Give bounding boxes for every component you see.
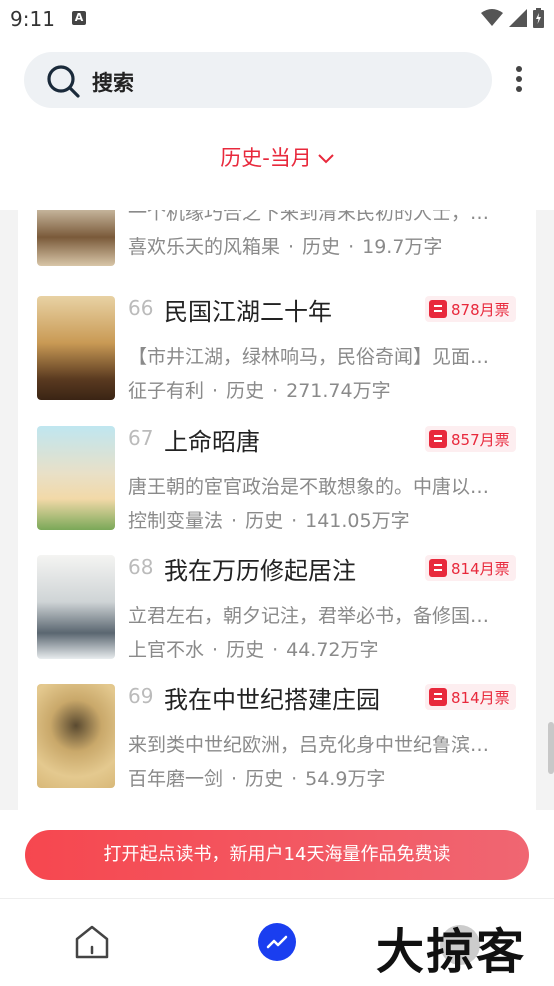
list-item[interactable]: 67 上命昭唐 857月票 唐王朝的宦官政治是不敢想象的。中唐以… 控制变量法 ·…	[18, 426, 536, 536]
book-cover	[37, 296, 115, 400]
list-item[interactable]: 68 我在万历修起居注 814月票 立君左右，朝夕记注，君举必书，备修国… 上官…	[18, 555, 536, 665]
chevron-down-icon	[318, 154, 334, 164]
book-category: 历史	[226, 639, 265, 661]
book-title: 我在万历修起居注	[164, 557, 356, 585]
filter-label: 历史-当月	[220, 146, 312, 170]
monthly-ticket-badge: 878月票	[425, 296, 516, 322]
book-category: 历史	[302, 236, 341, 258]
book-meta: 喜欢乐天的风箱果 · 历史 · 19.7万字	[128, 236, 443, 258]
rank-number: 68	[128, 555, 154, 579]
list-item[interactable]: 69 我在中世纪搭建庄园 814月票 来到类中世纪欧洲，吕克化身中世纪鲁滨… 百…	[18, 684, 536, 794]
book-category: 历史	[226, 380, 265, 402]
book-title: 民国江湖二十年	[164, 298, 332, 326]
trend-line-icon	[266, 935, 288, 949]
more-options-icon[interactable]	[514, 66, 524, 96]
book-category: 历史	[245, 510, 284, 532]
book-author: 百年磨一剑	[128, 768, 224, 790]
book-cover	[37, 555, 115, 659]
ranking-list: 一个机缘巧合之下来到清末民初的人士，… 喜欢乐天的风箱果 · 历史 · 19.7万字 6…	[18, 210, 536, 810]
search-label: 搜索	[92, 71, 134, 95]
book-word-count: 19.7万字	[362, 236, 443, 258]
home-icon[interactable]	[73, 923, 111, 961]
book-author: 控制变量法	[128, 510, 224, 532]
rank-number: 66	[128, 296, 154, 320]
book-meta: 上官不水 · 历史 · 44.72万字	[128, 639, 379, 661]
book-title: 我在中世纪搭建庄园	[164, 686, 380, 714]
status-icons	[481, 8, 544, 28]
monthly-ticket-badge: 857月票	[425, 426, 516, 452]
book-category: 历史	[245, 768, 284, 790]
book-cover	[37, 426, 115, 530]
trend-icon[interactable]	[258, 923, 296, 961]
status-bar: 9:11 A	[0, 0, 554, 36]
battery-icon	[533, 8, 544, 28]
header: 搜索 历史-当月	[0, 36, 554, 210]
book-author: 征子有利	[128, 380, 205, 402]
filter-dropdown[interactable]: 历史-当月	[0, 142, 554, 172]
ticket-icon	[429, 688, 447, 706]
ticket-icon	[429, 430, 447, 448]
scrollbar-thumb[interactable]	[548, 722, 554, 774]
watermark-logo: 大掠客	[376, 924, 527, 980]
ticket-icon	[429, 300, 447, 318]
book-meta: 控制变量法 · 历史 · 141.05万字	[128, 510, 410, 532]
book-description: 唐王朝的宦官政治是不敢想象的。中唐以…	[128, 476, 490, 498]
book-title: 上命昭唐	[164, 428, 260, 456]
wifi-icon	[481, 9, 503, 26]
book-word-count: 271.74万字	[286, 380, 391, 402]
promo-bar: 打开起点读书，新用户14天海量作品免费读	[0, 810, 554, 898]
open-app-button[interactable]: 打开起点读书，新用户14天海量作品免费读	[25, 830, 529, 880]
book-meta: 百年磨一剑 · 历史 · 54.9万字	[128, 768, 386, 790]
search-icon	[47, 65, 80, 98]
search-bar[interactable]: 搜索	[24, 52, 492, 108]
book-description: 来到类中世纪欧洲，吕克化身中世纪鲁滨…	[128, 734, 490, 756]
rank-number: 69	[128, 684, 154, 708]
list-item[interactable]: 66 民国江湖二十年 878月票 【市井江湖，绿林响马，民俗奇闻】见面… 征子有…	[18, 296, 536, 406]
book-cover	[37, 684, 115, 788]
status-time: 9:11	[10, 7, 55, 31]
monthly-ticket-badge: 814月票	[425, 555, 516, 581]
book-author: 喜欢乐天的风箱果	[128, 236, 281, 258]
book-author: 上官不水	[128, 639, 205, 661]
book-description: 【市井江湖，绿林响马，民俗奇闻】见面…	[128, 346, 490, 368]
monthly-ticket-badge: 814月票	[425, 684, 516, 710]
notification-icon: A	[72, 11, 86, 25]
book-description: 立君左右，朝夕记注，君举必书，备修国…	[128, 605, 490, 627]
book-word-count: 141.05万字	[305, 510, 410, 532]
book-description: 一个机缘巧合之下来到清末民初的人士，…	[128, 210, 490, 224]
ticket-icon	[429, 559, 447, 577]
book-cover	[37, 210, 115, 266]
book-meta: 征子有利 · 历史 · 271.74万字	[128, 380, 391, 402]
rank-number: 67	[128, 426, 154, 450]
book-word-count: 44.72万字	[286, 639, 379, 661]
book-word-count: 54.9万字	[305, 768, 386, 790]
signal-icon	[509, 9, 527, 27]
